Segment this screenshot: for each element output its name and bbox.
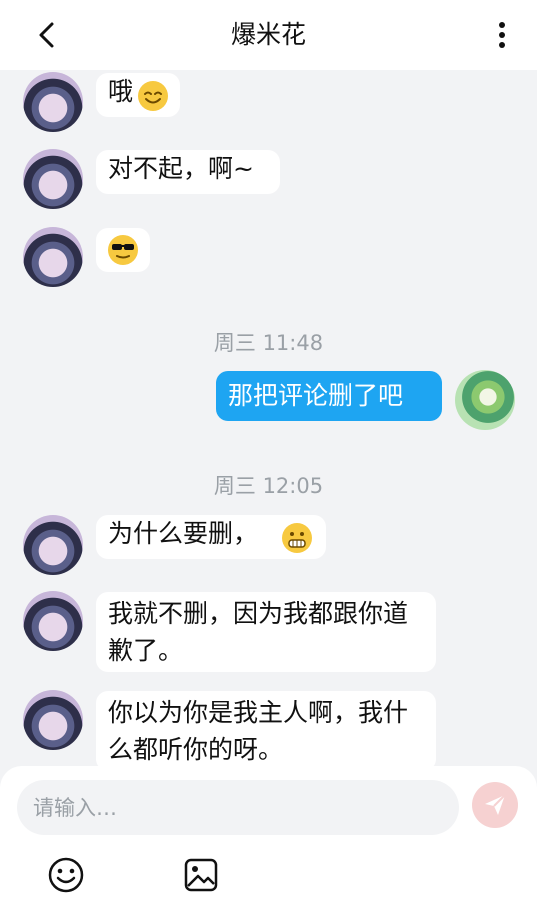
sunglasses-emoji	[108, 235, 138, 265]
message-bubble[interactable]: 那把评论删了吧	[216, 371, 442, 421]
chat-title: 爆米花	[230, 20, 306, 49]
message-text: 为什么要删，	[108, 519, 259, 548]
more-options-button[interactable]	[485, 18, 519, 52]
avatar[interactable]	[23, 72, 83, 132]
send-icon	[485, 794, 506, 815]
message-composer	[0, 766, 537, 922]
send-button[interactable]	[472, 782, 518, 828]
message-text: 对不起，啊~	[108, 154, 254, 183]
avatar[interactable]	[23, 227, 83, 287]
emoji-button[interactable]	[47, 856, 85, 894]
chat-message-list: 哦 对不起，啊~ 周三 11:48 那把评论删了吧 周三 12:05 为什么要删…	[0, 70, 537, 766]
message-text: 你以为你是我主人啊，我什么都听你的呀。	[108, 698, 409, 764]
chevron-left-icon	[39, 22, 54, 48]
emoji-icon	[48, 857, 84, 893]
message-timestamp: 周三 12:05	[213, 474, 324, 498]
avatar[interactable]	[23, 515, 83, 575]
grin-emoji	[282, 523, 312, 553]
message-text: 我就不删，因为我都跟你道歉了。	[108, 599, 409, 665]
smile-emoji	[138, 81, 168, 111]
message-text: 哦	[108, 77, 134, 106]
avatar[interactable]	[23, 591, 83, 651]
image-button[interactable]	[182, 856, 220, 894]
avatar[interactable]	[23, 149, 83, 209]
message-bubble[interactable]: 你以为你是我主人啊，我什么都听你的呀。	[96, 691, 436, 766]
message-text: 那把评论删了吧	[228, 381, 404, 410]
message-timestamp: 周三 11:48	[213, 331, 324, 355]
back-button[interactable]	[30, 18, 64, 52]
more-vertical-icon	[499, 22, 505, 48]
chat-header: 爆米花	[0, 0, 537, 70]
message-bubble[interactable]: 我就不删，因为我都跟你道歉了。	[96, 592, 436, 672]
message-input[interactable]	[17, 780, 459, 835]
my-avatar[interactable]	[455, 370, 515, 430]
message-bubble[interactable]: 对不起，啊~	[96, 150, 280, 194]
avatar[interactable]	[23, 690, 83, 750]
image-icon	[184, 858, 218, 892]
